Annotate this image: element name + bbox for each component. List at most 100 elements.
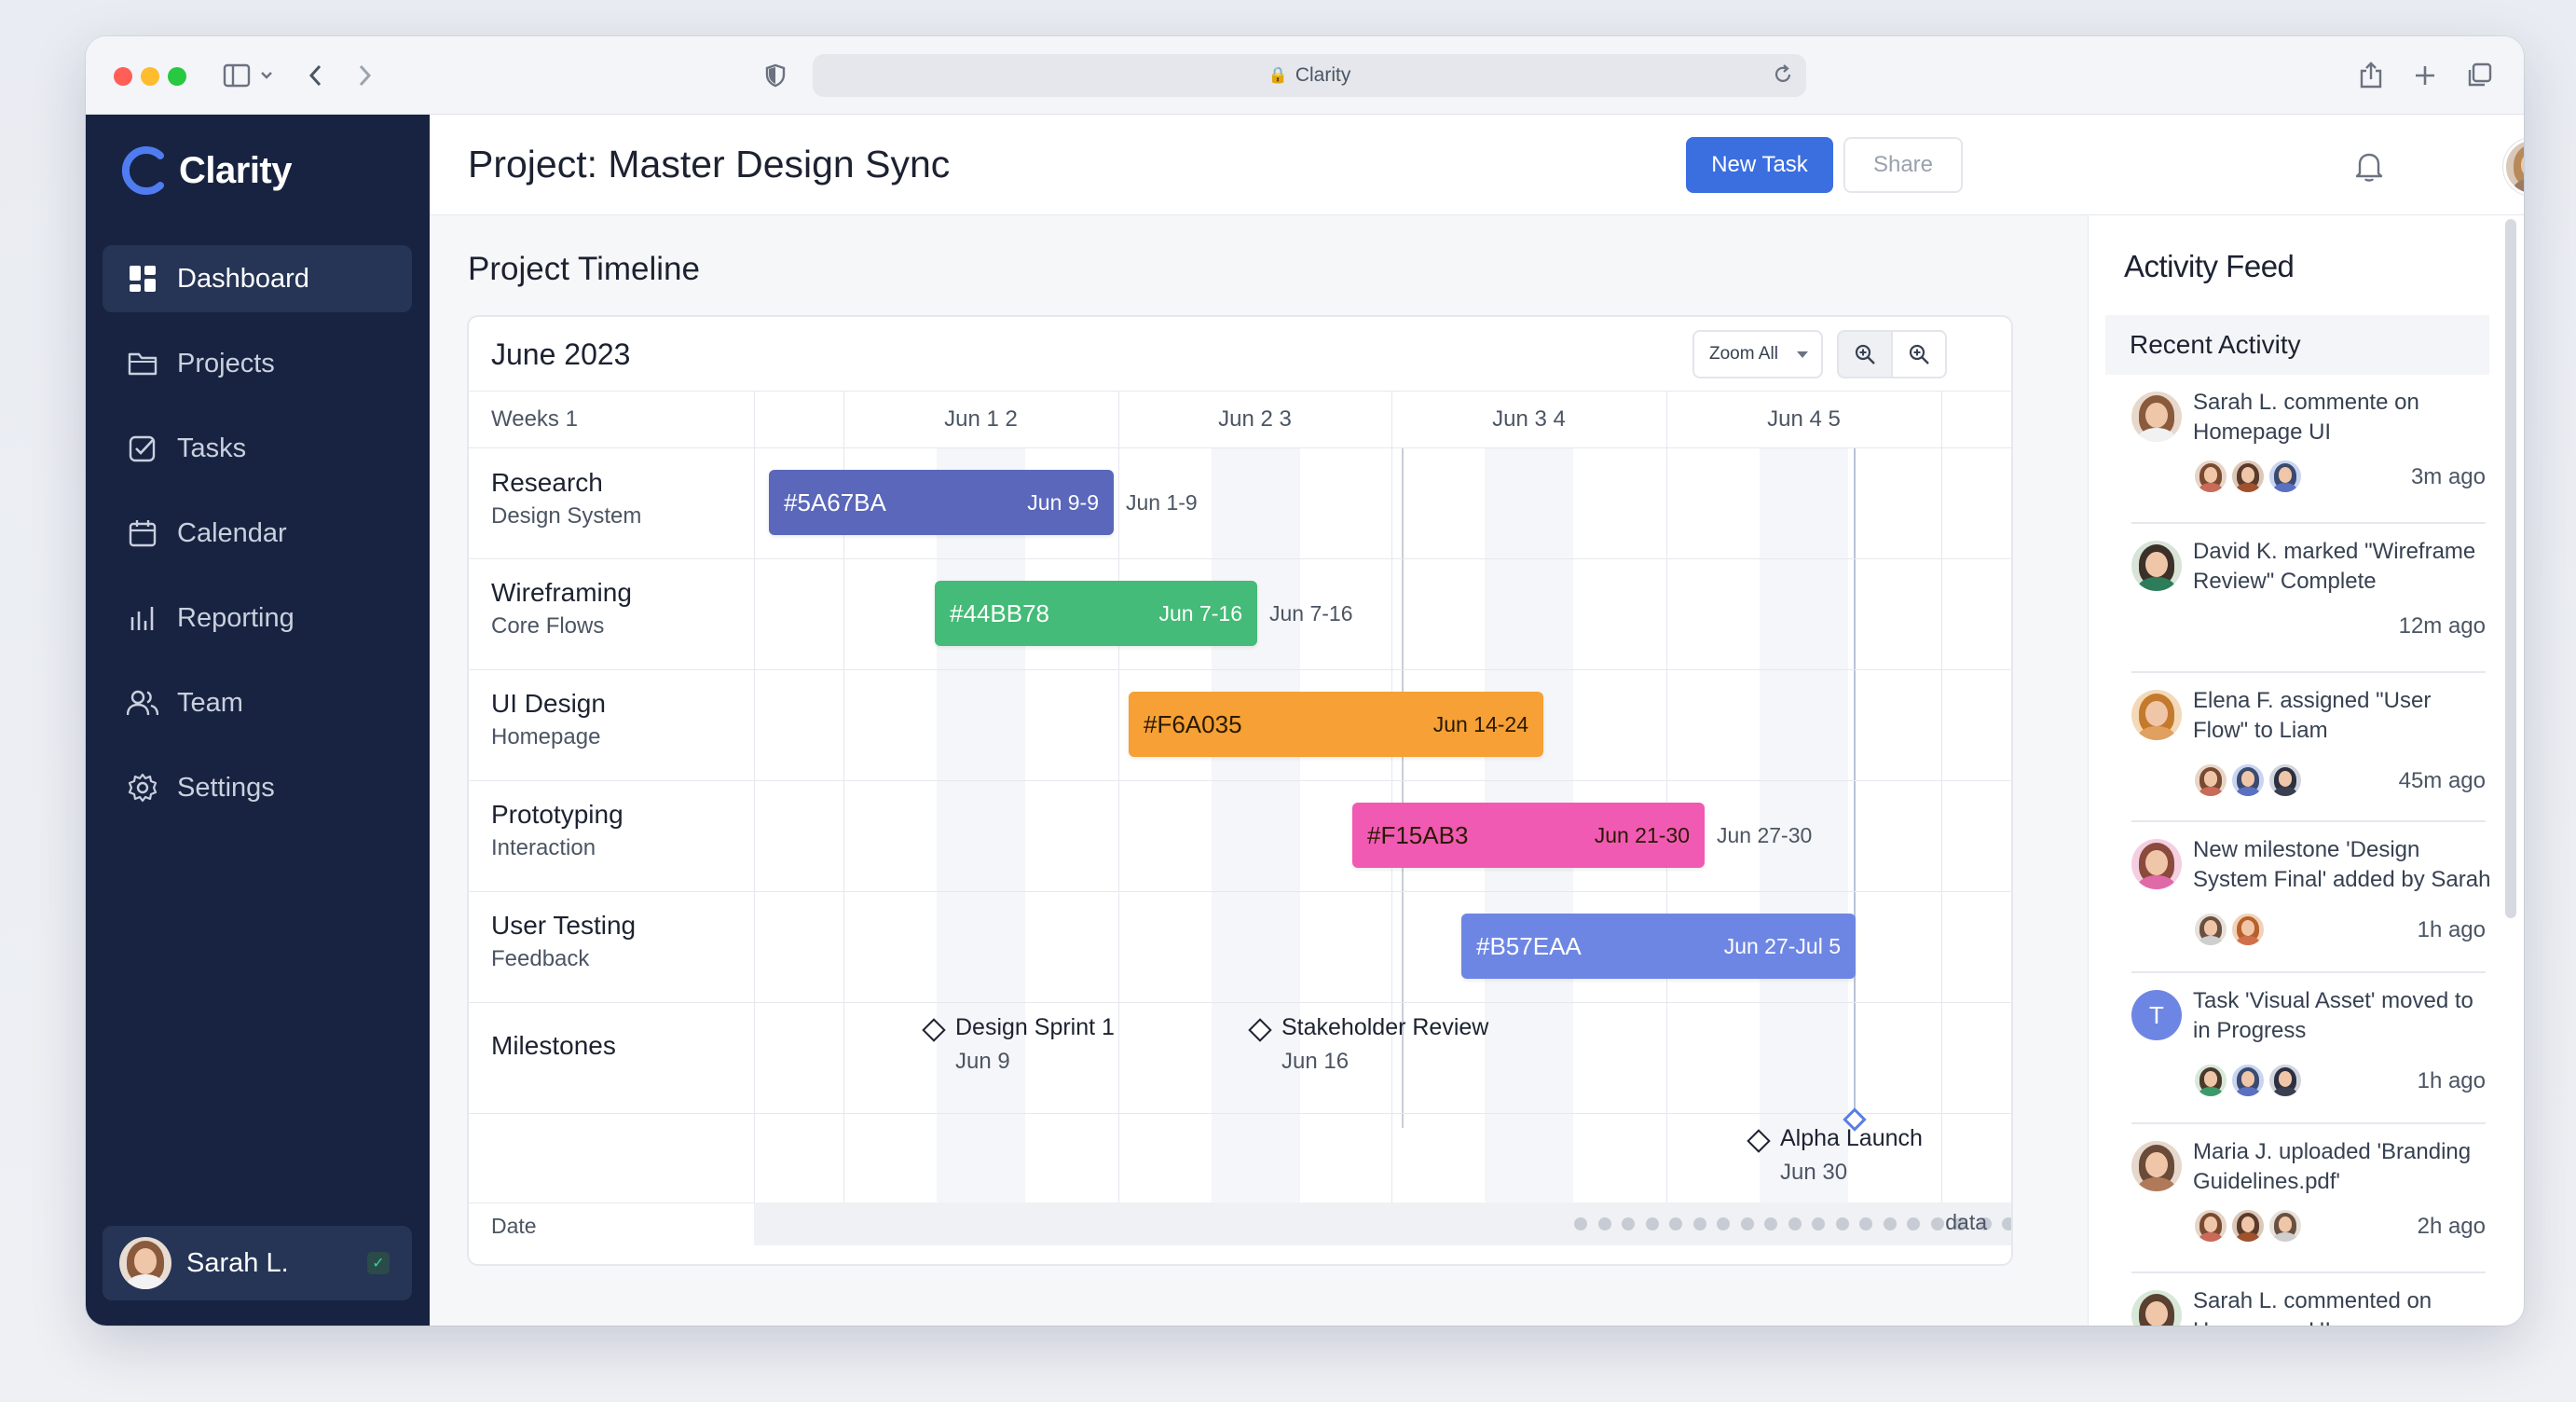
- zoom-window-button[interactable]: [168, 67, 186, 86]
- avatar: [2193, 459, 2228, 494]
- bar-label: #F15AB3: [1367, 820, 1469, 849]
- avatar: [2230, 912, 2266, 947]
- avatar: [2193, 1063, 2228, 1098]
- gantt-grid: Weeks 1 Jun 1 2 Jun 2 3 Jun 3 4 Jun 4 5 …: [469, 392, 2011, 1264]
- user-profile-card[interactable]: Sarah L. ✓: [103, 1226, 412, 1300]
- activity-item[interactable]: T Task 'Visual Asset' moved to in Progre…: [2131, 973, 2486, 1124]
- pagination-dot[interactable]: [1764, 1217, 1777, 1230]
- chevron-down-icon[interactable]: [253, 55, 280, 96]
- sidebar-item-tasks[interactable]: Tasks: [103, 415, 412, 482]
- pagination-dot[interactable]: [1669, 1217, 1682, 1230]
- sidebar-item-label: Reporting: [177, 602, 295, 633]
- reload-icon[interactable]: [1773, 62, 1793, 92]
- activity-text: David K. marked "Wireframe Review" Compl…: [2193, 539, 2476, 594]
- pagination-dot[interactable]: [1835, 1217, 1849, 1230]
- pagination-dot[interactable]: [1574, 1217, 1587, 1230]
- shield-icon[interactable]: [755, 55, 796, 96]
- sidebar-toggle-icon[interactable]: [216, 55, 257, 96]
- share-icon[interactable]: [2350, 55, 2391, 96]
- avatar: [2268, 459, 2303, 494]
- tabs-overview-icon[interactable]: [2459, 55, 2500, 96]
- pagination-dot[interactable]: [1859, 1217, 1872, 1230]
- pagination-dot[interactable]: [1788, 1217, 1802, 1230]
- activity-item[interactable]: New milestone 'Design System Final' adde…: [2131, 822, 2490, 973]
- milestone-alpha-launch[interactable]: Alpha Launch Jun 30: [1747, 1125, 1923, 1186]
- gantt-bar-research[interactable]: #5A67BA Jun 9-9: [769, 470, 1114, 535]
- notification-bell-icon[interactable]: [2355, 150, 2383, 186]
- activity-panel: Activity Feed Recent Activity Sarah L. c…: [2088, 215, 2524, 1326]
- sidebar-item-team[interactable]: Team: [103, 669, 412, 736]
- activity-text: Sarah L. commented on Hemepage UI: [2193, 1288, 2432, 1326]
- milestone-stakeholder-review[interactable]: Stakeholder Review Jun 16: [1248, 1014, 1489, 1075]
- avatar: [2193, 763, 2228, 798]
- timeline-card: June 2023 Zoom All Weeks 1 Jun 1 2 Jun 2…: [467, 315, 2013, 1266]
- pagination-dot[interactable]: [1645, 1217, 1659, 1230]
- pagination-dot[interactable]: [2002, 1217, 2011, 1230]
- footer-label: Date: [491, 1214, 537, 1238]
- back-arrow-icon[interactable]: [295, 55, 336, 96]
- zoom-out-button[interactable]: [1891, 330, 1947, 378]
- gantt-bar-wireframing[interactable]: #44BB78 Jun 7-16: [935, 581, 1257, 646]
- gear-icon: [127, 772, 158, 804]
- new-task-button[interactable]: New Task: [1686, 137, 1833, 193]
- pagination-dot[interactable]: [1930, 1217, 1944, 1230]
- avatar[interactable]: [2503, 138, 2524, 196]
- milestone-design-sprint[interactable]: Design Sprint 1 Jun 9: [922, 1014, 1115, 1075]
- bar-chart-icon: [127, 602, 158, 634]
- avatar: [2230, 459, 2266, 494]
- activity-text: Elena F. assigned "User Flow" to Liam: [2193, 688, 2432, 743]
- chevron-down-icon: [1797, 351, 1808, 358]
- pagination-dot[interactable]: [1740, 1217, 1754, 1230]
- minimize-window-button[interactable]: [141, 67, 159, 86]
- activity-item[interactable]: Elena F. assigned "User Flow" to Liam 45…: [2131, 673, 2486, 822]
- sidebar: Clarity Dashboard Projects Tasks Calenda…: [86, 115, 430, 1326]
- activity-item[interactable]: David K. marked "Wireframe Review" Compl…: [2131, 524, 2486, 673]
- activity-scrollbar[interactable]: [2505, 219, 2516, 918]
- zoom-in-button[interactable]: [1837, 330, 1893, 378]
- bar-date: Jun 21-30: [1594, 822, 1690, 847]
- zoom-select[interactable]: Zoom All: [1692, 330, 1823, 378]
- address-bar[interactable]: 🔒 Clarity: [813, 54, 1806, 97]
- brand[interactable]: Clarity: [121, 144, 293, 197]
- sidebar-item-calendar[interactable]: Calendar: [103, 500, 412, 567]
- timeline-scroll-track[interactable]: data: [754, 1203, 2011, 1245]
- pagination-dot[interactable]: [1812, 1217, 1825, 1230]
- sidebar-item-projects[interactable]: Projects: [103, 330, 412, 397]
- milestone-name: Stakeholder Review: [1281, 1014, 1489, 1040]
- gantt-bar-ui-design[interactable]: #F6A035 Jun 14-24: [1129, 692, 1543, 757]
- task-row-label: Research Design System: [491, 468, 641, 529]
- avatar: [2131, 690, 2182, 740]
- sidebar-item-reporting[interactable]: Reporting: [103, 584, 412, 652]
- footer-data-label: data: [1945, 1210, 1987, 1234]
- task-subtitle: Core Flows: [491, 613, 605, 639]
- sidebar-item-settings[interactable]: Settings: [103, 754, 412, 821]
- activity-item[interactable]: Maria J. uploaded 'Branding Guidelines.p…: [2131, 1124, 2486, 1273]
- forward-arrow-icon[interactable]: [345, 55, 386, 96]
- activity-item[interactable]: Sarah L. commented on Hemepage UI: [2131, 1273, 2486, 1326]
- brand-name: Clarity: [179, 149, 293, 191]
- activity-time: 12m ago: [2398, 613, 2486, 639]
- pagination-dot[interactable]: [1622, 1217, 1635, 1230]
- users-icon: [127, 687, 158, 719]
- month-label: June 2023: [491, 337, 631, 371]
- share-button[interactable]: Share: [1843, 137, 1963, 193]
- pagination-dot[interactable]: [1907, 1217, 1920, 1230]
- zoom-out-icon: [1909, 344, 1929, 364]
- sidebar-nav: Dashboard Projects Tasks Calendar Report…: [103, 245, 412, 839]
- pagination-dot[interactable]: [1883, 1217, 1897, 1230]
- zoom-in-icon: [1855, 344, 1875, 364]
- pagination-dot[interactable]: [1717, 1217, 1730, 1230]
- clarity-logo-icon: [121, 146, 164, 195]
- bar-date: Jun 9-9: [1027, 489, 1099, 515]
- new-tab-icon[interactable]: [2405, 55, 2446, 96]
- gantt-bar-prototyping[interactable]: #F15AB3 Jun 21-30: [1352, 803, 1705, 868]
- pagination-dot[interactable]: [1692, 1217, 1706, 1230]
- sidebar-item-dashboard[interactable]: Dashboard: [103, 245, 412, 312]
- timeline-footer: Date data: [469, 1203, 2011, 1264]
- bar-label: #5A67BA: [784, 488, 886, 516]
- close-window-button[interactable]: [114, 67, 132, 86]
- pagination-dot[interactable]: [1597, 1217, 1611, 1230]
- gantt-bar-user-testing[interactable]: #B57EAA Jun 27-Jul 5: [1461, 914, 1856, 979]
- task-name: User Testing: [491, 911, 637, 940]
- activity-item[interactable]: Sarah L. commente on Homepage UI 3m ago: [2131, 375, 2486, 524]
